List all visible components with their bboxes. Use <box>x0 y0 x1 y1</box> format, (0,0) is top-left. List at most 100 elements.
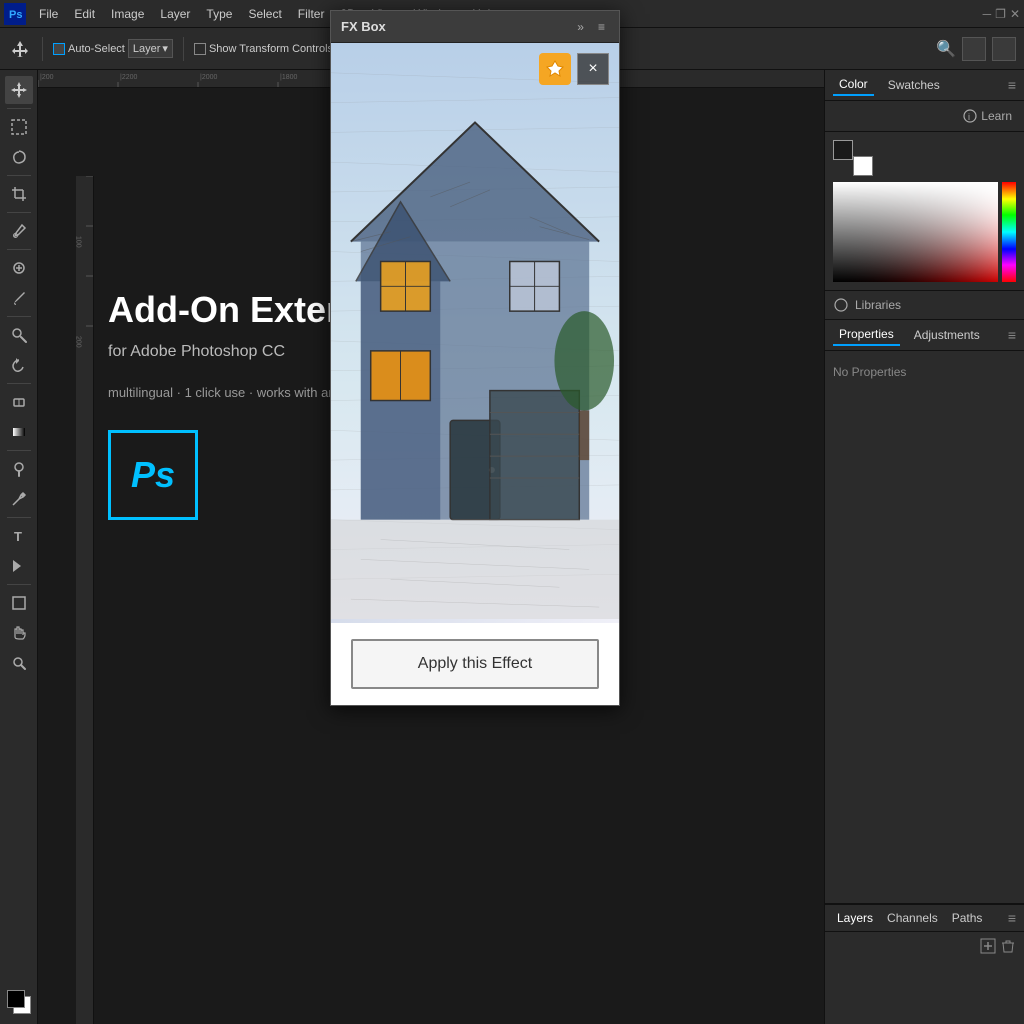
path-select-tool[interactable] <box>5 552 33 580</box>
layers-panel-menu[interactable]: ≡ <box>1008 910 1016 926</box>
restore-btn[interactable]: ❐ <box>995 7 1006 21</box>
zoom-tool[interactable] <box>5 649 33 677</box>
adjustments-tab[interactable]: Adjustments <box>908 325 986 345</box>
house-sketch-svg <box>331 43 619 619</box>
fx-close-btn[interactable]: × <box>577 53 609 85</box>
tool-divider-7 <box>7 450 31 451</box>
ps-logo-text: Ps <box>131 454 175 496</box>
transform-label: Show Transform Controls <box>209 43 333 55</box>
minimize-btn[interactable]: ─ <box>983 7 992 21</box>
color-spectrum-slider[interactable] <box>1002 182 1016 282</box>
tool-divider-4 <box>7 249 31 250</box>
foreground-color-box <box>833 140 853 160</box>
svg-text:|200: |200 <box>40 74 54 81</box>
fg-bg-swatches[interactable] <box>833 140 873 176</box>
crop-tool[interactable] <box>5 180 33 208</box>
menu-file[interactable]: File <box>32 5 65 23</box>
tool-divider-8 <box>7 517 31 518</box>
properties-panel-menu[interactable]: ≡ <box>1008 327 1016 343</box>
fx-box-header: FX Box » ≡ <box>331 11 619 43</box>
fx-expand-btn[interactable]: » <box>573 18 588 36</box>
menu-edit[interactable]: Edit <box>67 5 102 23</box>
swatches-tab[interactable]: Swatches <box>882 75 946 95</box>
brush-tool[interactable] <box>5 284 33 312</box>
tool-divider-9 <box>7 584 31 585</box>
properties-content: No Properties <box>825 351 1024 904</box>
auto-select-label: Auto-Select <box>68 43 125 55</box>
menu-layer[interactable]: Layer <box>153 5 197 23</box>
toolbar-divider-1 <box>42 37 43 61</box>
menu-filter[interactable]: Filter <box>291 5 332 23</box>
transform-checkbox[interactable] <box>194 43 206 55</box>
svg-text:i: i <box>968 112 970 122</box>
tool-divider-6 <box>7 383 31 384</box>
left-toolbar: T <box>0 70 38 1024</box>
app-icon: Ps <box>4 3 26 25</box>
fg-color-swatch <box>7 990 25 1008</box>
auto-select-checkbox[interactable] <box>53 43 65 55</box>
workspace-icon[interactable] <box>962 37 986 61</box>
menu-image[interactable]: Image <box>104 5 151 23</box>
type-tool[interactable]: T <box>5 522 33 550</box>
gradient-overlay-white <box>833 182 998 282</box>
libraries-label[interactable]: Libraries <box>855 298 901 312</box>
dodge-tool[interactable] <box>5 455 33 483</box>
color-gradient-box[interactable] <box>833 182 998 282</box>
tool-divider-5 <box>7 316 31 317</box>
pen-tool[interactable] <box>5 485 33 513</box>
lasso-tool[interactable] <box>5 143 33 171</box>
learn-area: i Learn <box>825 101 1024 132</box>
svg-text:|1800: |1800 <box>280 74 297 81</box>
add-layer-icon[interactable] <box>980 938 996 957</box>
fx-box-title: FX Box <box>341 19 386 34</box>
menu-select[interactable]: Select <box>241 5 288 23</box>
fx-box-panel: FX Box » ≡ × <box>330 10 620 706</box>
hand-tool[interactable] <box>5 619 33 647</box>
color-swatches[interactable] <box>3 986 35 1018</box>
fx-image-preview: × <box>331 43 619 623</box>
learn-label: Learn <box>981 109 1012 123</box>
move-tool[interactable] <box>5 76 33 104</box>
search-icon[interactable]: 🔍 <box>936 39 956 59</box>
channels-tab[interactable]: Channels <box>883 909 942 927</box>
no-properties-text: No Properties <box>833 357 1016 387</box>
layers-panel: Layers Channels Paths ≡ <box>825 904 1024 1024</box>
properties-tab[interactable]: Properties <box>833 324 900 346</box>
right-panel: Color Swatches ≡ i Learn Libraries <box>824 70 1024 1024</box>
color-panel-menu[interactable]: ≡ <box>1008 77 1016 93</box>
menu-type[interactable]: Type <box>199 5 239 23</box>
move-tool-icon[interactable] <box>8 37 32 61</box>
close-window-btn[interactable]: ✕ <box>1010 7 1020 21</box>
tool-divider-3 <box>7 212 31 213</box>
color-picker-panel <box>825 132 1024 291</box>
delete-layer-icon[interactable] <box>1000 938 1016 957</box>
share-icon[interactable] <box>992 37 1016 61</box>
svg-text:Ps: Ps <box>9 9 22 21</box>
apply-effect-button[interactable]: Apply this Effect <box>351 639 599 689</box>
ps-logo: Ps <box>108 430 198 520</box>
history-brush-tool[interactable] <box>5 351 33 379</box>
color-panel-header: Color Swatches ≡ <box>825 70 1024 101</box>
color-tab[interactable]: Color <box>833 74 874 96</box>
learn-btn[interactable]: i Learn <box>959 105 1016 127</box>
background-color-box <box>853 156 873 176</box>
eyedropper-tool[interactable] <box>5 217 33 245</box>
gradient-tool[interactable] <box>5 418 33 446</box>
fx-orange-btn[interactable] <box>539 53 571 85</box>
paths-tab[interactable]: Paths <box>948 909 987 927</box>
healing-tool[interactable] <box>5 254 33 282</box>
clone-stamp-tool[interactable] <box>5 321 33 349</box>
layer-dropdown[interactable]: Layer ▾ <box>128 39 173 58</box>
svg-text:T: T <box>14 529 22 544</box>
layers-tab[interactable]: Layers <box>833 909 877 927</box>
svg-text:100: 100 <box>76 236 82 248</box>
color-area-wrap <box>833 182 1016 282</box>
svg-text:|2200: |2200 <box>120 74 137 81</box>
fx-list-btn[interactable]: ≡ <box>594 18 609 36</box>
svg-text:|2000: |2000 <box>200 74 217 81</box>
transform-controls-group: Show Transform Controls <box>194 43 333 55</box>
eraser-tool[interactable] <box>5 388 33 416</box>
shape-tool[interactable] <box>5 589 33 617</box>
marquee-tool[interactable] <box>5 113 33 141</box>
properties-header: Properties Adjustments ≡ <box>825 320 1024 351</box>
